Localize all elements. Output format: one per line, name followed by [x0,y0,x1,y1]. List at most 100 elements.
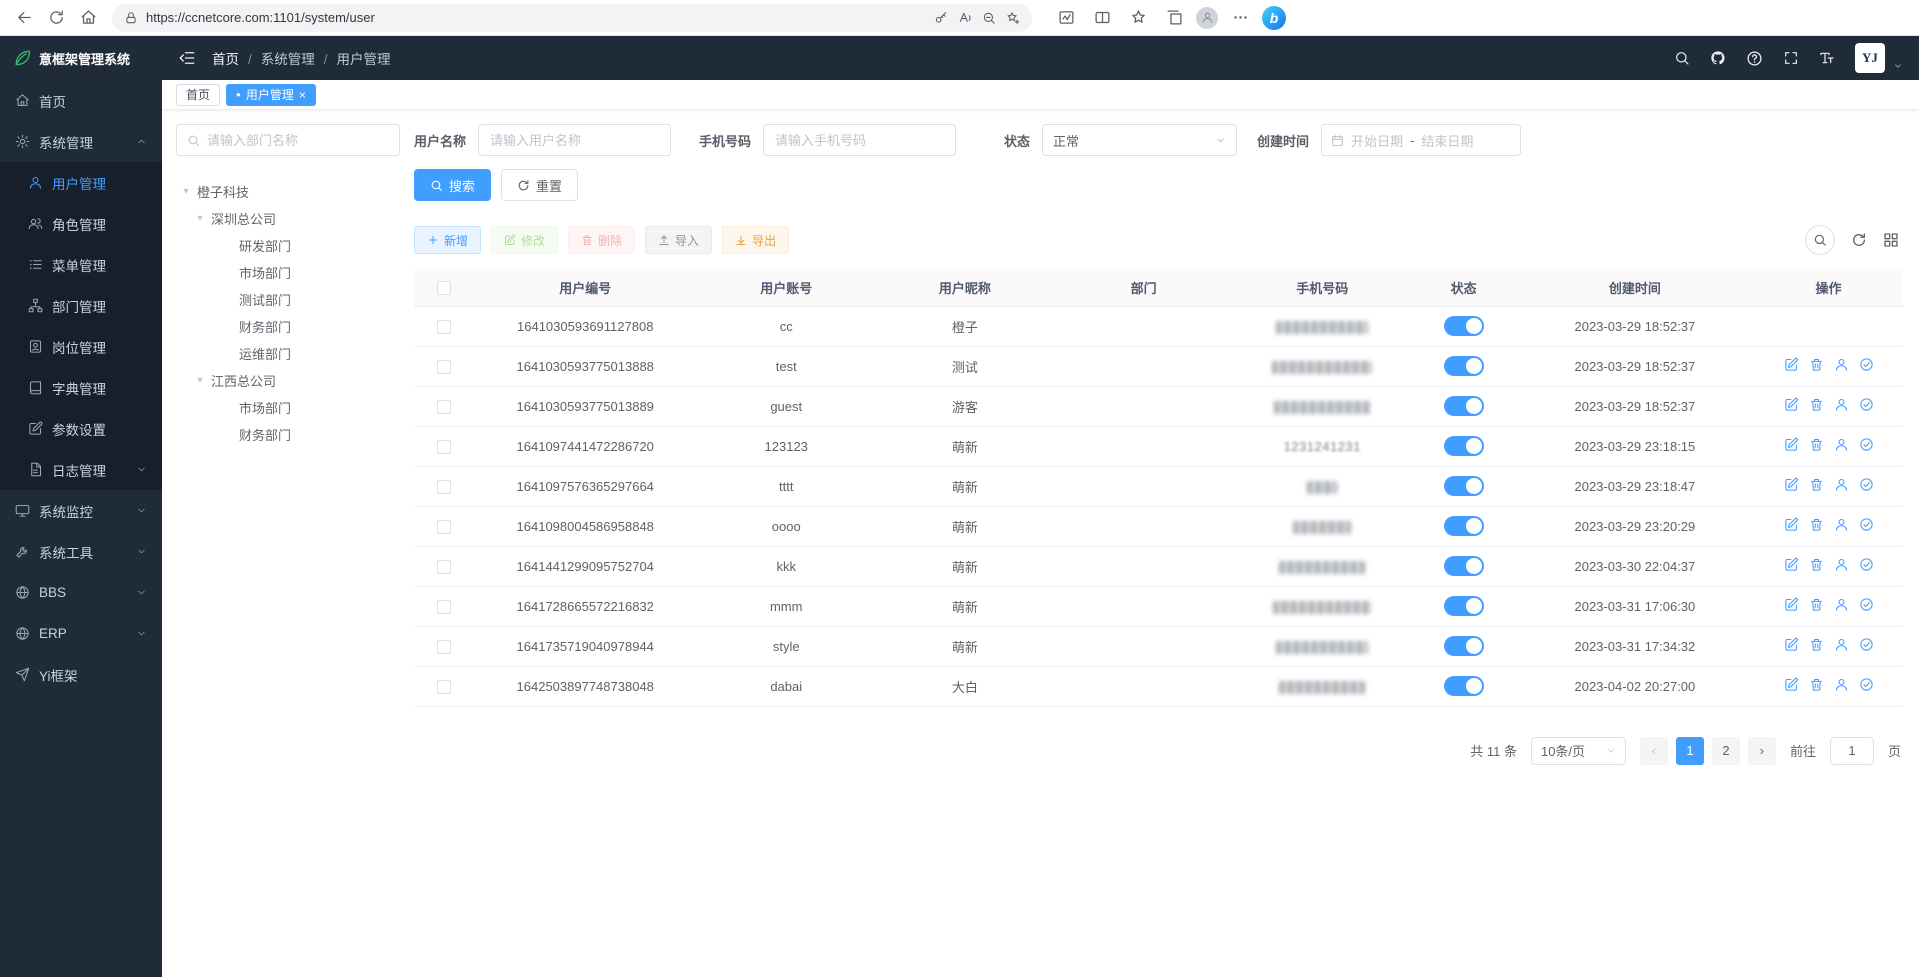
sidebar-subitem[interactable]: 角色管理 [0,203,162,244]
row-assign-icon[interactable] [1859,637,1874,652]
row-reset-password-icon[interactable] [1834,677,1849,692]
reset-button[interactable]: 重置 [501,169,578,201]
browser-menu-icon[interactable] [1226,4,1254,32]
row-assign-icon[interactable] [1859,557,1874,572]
collections-icon[interactable] [1160,4,1188,32]
read-aloud-icon[interactable] [958,11,972,25]
avatar-caret-icon[interactable] [1893,61,1903,71]
browser-profile-avatar[interactable] [1196,7,1218,29]
row-delete-icon[interactable] [1809,637,1824,652]
zoom-out-icon[interactable] [982,11,996,25]
row-checkbox[interactable] [437,320,451,334]
row-assign-icon[interactable] [1859,397,1874,412]
sidebar-subitem[interactable]: 参数设置 [0,408,162,449]
status-toggle[interactable] [1444,516,1484,536]
status-toggle[interactable] [1444,596,1484,616]
add-button[interactable]: 新增 [414,226,481,254]
row-edit-icon[interactable] [1784,477,1799,492]
github-icon[interactable] [1710,50,1726,66]
row-checkbox[interactable] [437,640,451,654]
department-search-input[interactable] [207,133,389,148]
row-checkbox[interactable] [437,600,451,614]
sidebar-subitem[interactable]: 日志管理 [0,449,162,490]
goto-page-input[interactable] [1830,737,1874,765]
page-button[interactable]: 2 [1712,737,1740,765]
row-reset-password-icon[interactable] [1834,397,1849,412]
sidebar-subitem[interactable]: 岗位管理 [0,326,162,367]
row-checkbox[interactable] [437,520,451,534]
table-search-toggle[interactable] [1805,225,1835,255]
passwords-key-icon[interactable] [934,11,948,25]
user-avatar[interactable]: YJ [1855,43,1885,73]
sidebar-item[interactable]: BBS [0,572,162,613]
sidebar-item[interactable]: Yi框架 [0,654,162,695]
breadcrumb-system[interactable]: 系统管理 [239,48,315,68]
sidebar-subitem[interactable]: 菜单管理 [0,244,162,285]
row-edit-icon[interactable] [1784,557,1799,572]
help-icon[interactable] [1746,50,1763,67]
row-delete-icon[interactable] [1809,477,1824,492]
tree-node[interactable]: 财务部门 [176,421,400,448]
row-edit-icon[interactable] [1784,637,1799,652]
row-assign-icon[interactable] [1859,517,1874,532]
page-button[interactable]: 1 [1676,737,1704,765]
tree-node[interactable]: 财务部门 [176,313,400,340]
status-toggle[interactable] [1444,396,1484,416]
select-all-checkbox[interactable] [437,281,451,295]
row-edit-icon[interactable] [1784,437,1799,452]
tab-user-management[interactable]: ● 用户管理 × [226,84,316,106]
tab-home[interactable]: 首页 [176,84,220,106]
font-size-icon[interactable] [1819,50,1835,66]
sidebar-item[interactable]: 首页 [0,80,162,121]
row-checkbox[interactable] [437,480,451,494]
edit-button[interactable]: 修改 [491,226,558,254]
column-settings-icon[interactable] [1883,232,1899,248]
status-toggle[interactable] [1444,436,1484,456]
page-size-select[interactable]: 10条/页 [1531,737,1626,765]
row-reset-password-icon[interactable] [1834,637,1849,652]
row-reset-password-icon[interactable] [1834,517,1849,532]
row-edit-icon[interactable] [1784,517,1799,532]
status-toggle[interactable] [1444,676,1484,696]
row-reset-password-icon[interactable] [1834,557,1849,572]
status-toggle[interactable] [1444,636,1484,656]
status-toggle[interactable] [1444,356,1484,376]
username-input[interactable] [478,124,671,156]
tree-node[interactable]: ▾橙子科技 [176,178,400,205]
row-edit-icon[interactable] [1784,357,1799,372]
delete-button[interactable]: 删除 [568,226,635,254]
address-bar[interactable]: https://ccnetcore.com:1101/system/user [112,4,1032,32]
row-edit-icon[interactable] [1784,397,1799,412]
row-reset-password-icon[interactable] [1834,357,1849,372]
search-button[interactable]: 搜索 [414,169,491,201]
row-delete-icon[interactable] [1809,677,1824,692]
status-toggle[interactable] [1444,556,1484,576]
row-assign-icon[interactable] [1859,677,1874,692]
table-refresh-icon[interactable] [1851,232,1867,248]
next-page-button[interactable]: › [1748,737,1776,765]
status-select[interactable]: 正常 [1042,124,1237,156]
sidebar-item[interactable]: ERP [0,613,162,654]
export-button[interactable]: 导出 [722,226,789,254]
bing-icon[interactable]: b [1262,6,1286,30]
tree-node[interactable]: 运维部门 [176,340,400,367]
date-range-picker[interactable]: 开始日期 - 结束日期 [1321,124,1521,156]
row-checkbox[interactable] [437,400,451,414]
split-screen-icon[interactable] [1088,4,1116,32]
add-favorite-icon[interactable] [1006,11,1020,25]
row-delete-icon[interactable] [1809,557,1824,572]
row-delete-icon[interactable] [1809,597,1824,612]
sidebar-item[interactable]: 系统管理 [0,121,162,162]
collapse-sidebar-icon[interactable] [178,49,196,67]
header-search-icon[interactable] [1674,50,1690,66]
row-checkbox[interactable] [437,360,451,374]
favorites-icon[interactable] [1124,4,1152,32]
sidebar-item[interactable]: 系统监控 [0,490,162,531]
tree-node[interactable]: 市场部门 [176,259,400,286]
sidebar-subitem[interactable]: 部门管理 [0,285,162,326]
prev-page-button[interactable]: ‹ [1640,737,1668,765]
row-delete-icon[interactable] [1809,397,1824,412]
row-checkbox[interactable] [437,680,451,694]
tree-node[interactable]: 测试部门 [176,286,400,313]
browser-essentials-icon[interactable] [1052,4,1080,32]
